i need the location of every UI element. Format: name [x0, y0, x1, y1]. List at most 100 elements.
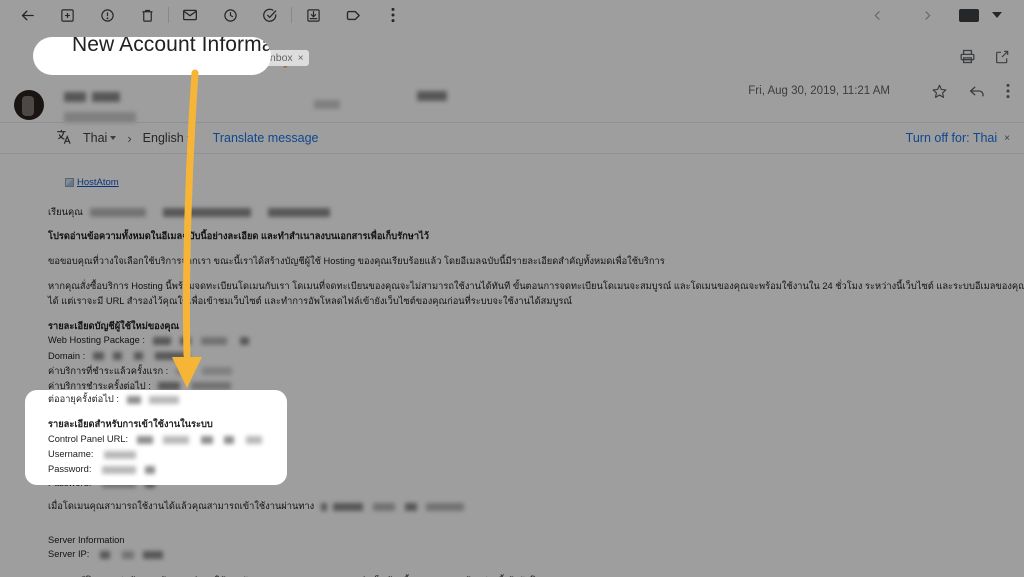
field-value-redacted-b	[121, 550, 134, 559]
toolbar-divider-1	[168, 7, 169, 23]
field-domain: Domain :	[48, 349, 1006, 364]
customer-name-redacted-3	[267, 207, 330, 217]
message-body: HostAtom เรียนคุณ โปรดอ่านข้อความทั้งหมด…	[0, 154, 1024, 577]
field-value-redacted-b	[180, 337, 192, 345]
field-label: Password:	[48, 464, 92, 475]
trash-icon[interactable]	[134, 2, 160, 28]
task-check-icon[interactable]	[257, 2, 283, 28]
hostatom-logo-broken-image: HostAtom	[65, 176, 119, 190]
account-section-title: รายละเอียดบัญชีผู้ใช้ใหม่ของคุณ	[48, 320, 180, 331]
field-value-redacted	[158, 382, 181, 391]
field-label: Domain :	[48, 350, 86, 361]
field-value-redacted	[104, 450, 137, 459]
source-language-select[interactable]: Thai	[83, 131, 117, 145]
highlight-clip-subject: New Account Information ❯	[36, 37, 271, 75]
domain-paragraph-line1: หากคุณสั่งซื้อบริการ Hosting นี้พร้อมจดท…	[48, 281, 1024, 292]
greeting-prefix: เรียนคุณ	[48, 206, 83, 217]
clock-icon[interactable]	[217, 2, 243, 28]
kebab-menu-icon[interactable]	[380, 2, 406, 28]
highlight-clip-credentials: ต่ออายุครั้งต่อไป : รายละเอียดสำหรับการเ…	[25, 390, 287, 485]
field-value-redacted-b	[149, 395, 180, 404]
translate-icon	[56, 129, 73, 147]
field-label: ค่าบริการที่ชำระแล้วครั้งแรก :	[48, 365, 169, 376]
post-login-text: เมื่อโดเมนคุณสามารถใช้งานได้แล้วคุณสามาร…	[48, 501, 315, 512]
translate-message-link[interactable]: Translate message	[213, 131, 319, 145]
field-value-redacted	[175, 367, 192, 376]
reply-arrow-icon[interactable]	[968, 82, 986, 105]
envelope-icon[interactable]	[177, 2, 203, 28]
screenshot-root: New Account Information ❯	[0, 0, 1024, 577]
sender-name-redacted	[64, 92, 86, 102]
field-value-redacted	[136, 435, 153, 444]
message-timestamp: Fri, Aug 30, 2019, 11:21 AM	[748, 85, 890, 97]
printer-icon[interactable]	[959, 48, 976, 70]
message-kebab-menu-icon[interactable]	[1006, 83, 1010, 104]
field-label: Web Hosting Package :	[48, 335, 145, 346]
field-label: Username:	[48, 449, 94, 460]
star-outline-icon[interactable]	[931, 83, 948, 105]
turn-off-translate-link[interactable]: Turn off for: Thai	[906, 131, 997, 145]
link-redacted-d	[404, 502, 417, 511]
field-value-redacted-c	[200, 435, 213, 444]
field-renewal-date-highlighted: ต่ออายุครั้งต่อไป :	[48, 392, 287, 407]
field-control-panel-url-highlighted: Control Panel URL:	[48, 432, 287, 447]
field-server-ip: Server IP:	[48, 547, 1006, 562]
recipient-redacted-2	[417, 91, 447, 101]
message-pane: New Account Information ❯	[0, 30, 1024, 577]
page-title-highlighted: New Account Information	[72, 37, 271, 56]
field-web-hosting-package: Web Hosting Package :	[48, 333, 1006, 348]
remove-label-icon[interactable]: ×	[298, 53, 304, 64]
field-value-redacted	[92, 352, 104, 361]
keyboard-icon[interactable]	[956, 2, 982, 28]
toolbar-right-group	[864, 2, 1010, 28]
caret-down-icon[interactable]	[984, 2, 1010, 28]
domain-paragraph-line2: ได้ แต่เราจะมี URL สำรองไว้คุณใช้เพื่อเข…	[48, 295, 573, 306]
target-language-select[interactable]: English	[143, 131, 193, 145]
header-actions	[959, 48, 1010, 70]
field-label: Server IP:	[48, 549, 90, 560]
field-value-redacted-b	[191, 382, 231, 391]
link-redacted-b	[333, 502, 364, 511]
external-link-icon[interactable]	[994, 49, 1010, 70]
field-value-redacted-b	[113, 352, 123, 361]
source-language-caret-icon	[110, 136, 117, 140]
sender-name-redacted-2	[92, 92, 120, 102]
field-value-redacted-b	[144, 465, 155, 474]
field-value-redacted-e	[246, 435, 263, 444]
target-language-caret-icon	[186, 136, 193, 140]
turn-off-translate-group: Turn off for: Thai ×	[906, 131, 1010, 145]
field-value-redacted-d	[154, 352, 189, 361]
chevron-right-icon[interactable]	[914, 2, 940, 28]
report-spam-icon[interactable]	[94, 2, 120, 28]
field-label: ต่ออายุครั้งต่อไป :	[48, 394, 119, 404]
back-to-inbox-button[interactable]	[14, 2, 40, 28]
move-to-inbox-icon[interactable]	[300, 2, 326, 28]
subject-row-highlighted: New Account Information ❯	[72, 37, 271, 60]
field-label: Control Panel URL:	[48, 434, 129, 445]
field-value-redacted-d	[224, 435, 235, 444]
highlight-card-subject: New Account Information ❯	[33, 37, 271, 75]
field-value-redacted	[99, 550, 110, 559]
link-redacted-e	[426, 502, 465, 511]
field-value-redacted-b	[202, 367, 233, 376]
field-value-redacted-d	[240, 337, 250, 345]
greeting-paragraph: เรียนคุณ	[48, 206, 1006, 219]
target-language-label: English	[142, 131, 184, 145]
chevron-left-icon[interactable]	[864, 2, 890, 28]
turn-off-close-icon[interactable]: ×	[1004, 133, 1010, 144]
translate-bar: Thai › English Translate message Turn of…	[0, 122, 1024, 154]
customer-name-redacted	[90, 207, 147, 217]
archive-box-icon[interactable]	[54, 2, 80, 28]
translate-direction-arrow-icon: ›	[127, 130, 132, 146]
field-value-redacted-c	[133, 352, 143, 361]
label-tag-icon[interactable]	[340, 2, 366, 28]
message-actions	[931, 82, 1010, 105]
field-value-redacted-c	[200, 337, 227, 345]
link-redacted-c	[373, 502, 395, 511]
field-value-redacted	[152, 337, 171, 345]
broken-image-icon	[65, 178, 74, 188]
domain-paragraph: หากคุณสั่งซื้อบริการ Hosting นี้พร้อมจดท…	[48, 279, 1024, 308]
field-password-highlighted: Password:	[48, 462, 287, 477]
toolbar-divider-2	[291, 7, 292, 23]
thanks-paragraph: ขอขอบคุณที่วางใจเลือกใช้บริการจากเรา ขณะ…	[48, 255, 665, 266]
